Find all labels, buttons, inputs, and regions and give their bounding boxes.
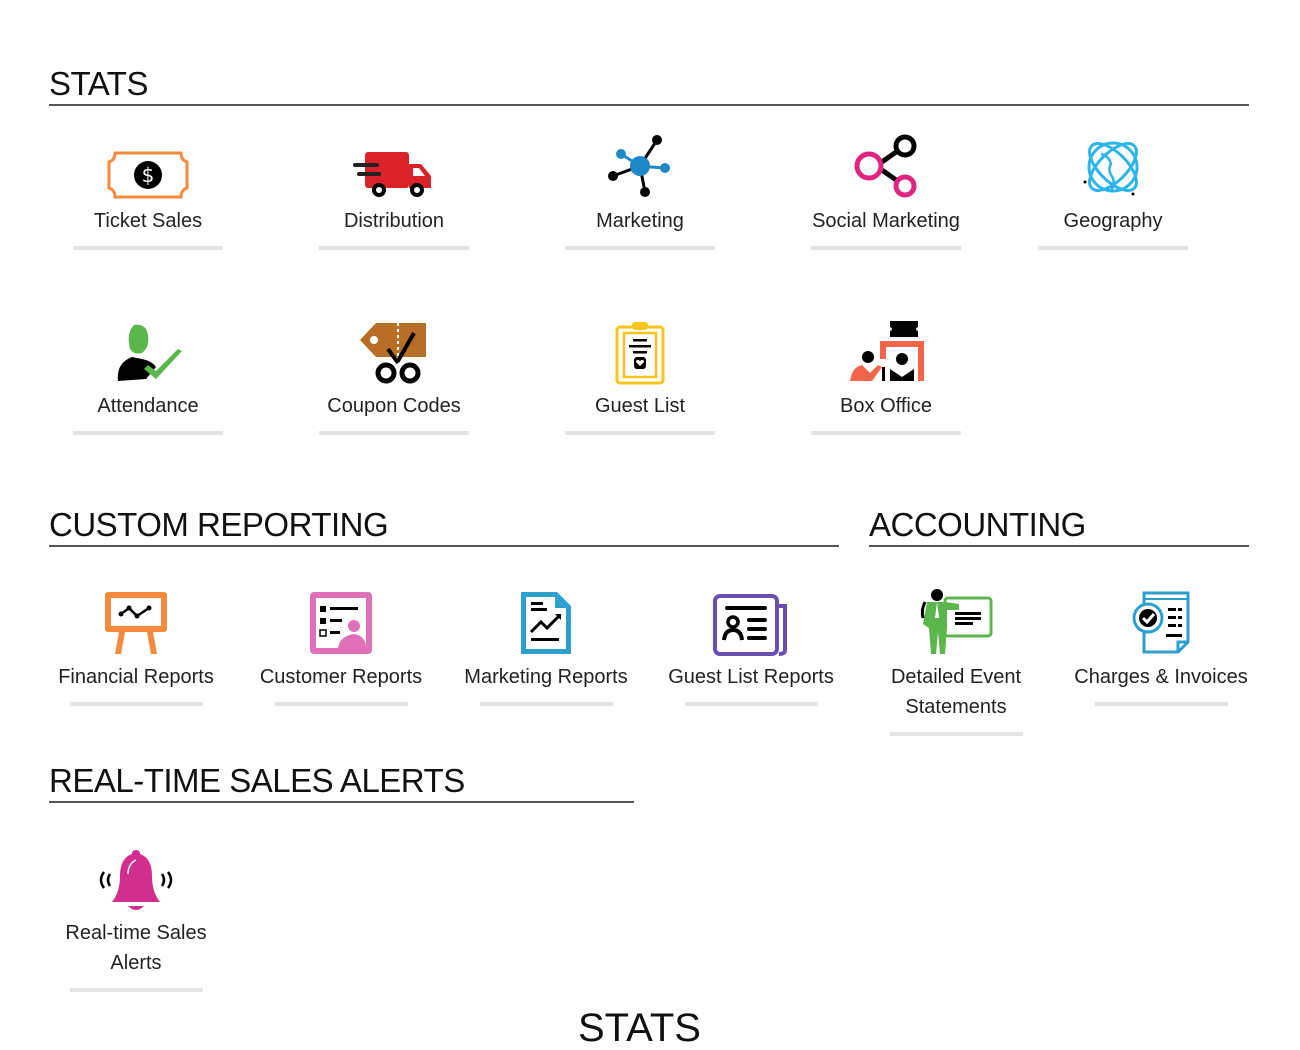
tile-underline <box>889 732 1023 736</box>
tile-label: Financial Reports <box>58 666 214 688</box>
delivery-truck-icon <box>353 130 435 200</box>
presenter-board-icon <box>919 586 993 656</box>
tile-label: Attendance <box>97 395 199 417</box>
tile-label: Detailed Event Statements <box>891 662 1021 722</box>
tile-financial-reports[interactable]: Financial Reports <box>56 586 216 706</box>
tile-label: Ticket Sales <box>93 210 203 232</box>
user-check-icon <box>112 315 184 385</box>
tile-label: Real-time Sales Alerts <box>65 918 206 978</box>
tile-label: Marketing Reports <box>464 666 628 688</box>
globe-orbit-icon <box>1079 130 1147 200</box>
tile-distribution[interactable]: Distribution <box>319 130 469 250</box>
tile-label-line: Real-time Sales <box>65 922 207 944</box>
tile-charges-invoices[interactable]: Charges & Invoices <box>1074 586 1248 706</box>
tile-underline <box>684 702 818 706</box>
tile-label: Distribution <box>343 210 445 232</box>
tile-box-office[interactable]: Box Office <box>811 315 961 435</box>
invoice-check-icon <box>1130 586 1192 656</box>
tile-marketing-reports[interactable]: Marketing Reports <box>464 586 628 706</box>
tile-ticket-sales[interactable]: $ Ticket Sales <box>73 130 223 250</box>
tile-guest-list-reports[interactable]: Guest List Reports <box>668 586 834 706</box>
tile-label: Geography <box>1063 210 1163 232</box>
coupon-scissors-icon <box>358 315 430 385</box>
ticket-dollar-icon: $ <box>107 130 189 200</box>
tile-underline <box>1038 246 1188 250</box>
tile-label: Marketing <box>596 210 684 232</box>
tile-underline <box>811 431 961 435</box>
tile-label: Customer Reports <box>259 666 423 688</box>
tile-underline <box>565 431 715 435</box>
tile-real-time-sales-alerts[interactable]: Real-time Sales Alerts <box>56 842 216 992</box>
tile-underline <box>811 246 961 250</box>
presentation-board-icon <box>103 586 169 656</box>
tile-underline <box>73 246 223 250</box>
tile-underline <box>274 702 408 706</box>
tile-label: Coupon Codes <box>327 395 461 417</box>
section-title-custom-reporting: CUSTOM REPORTING <box>49 505 839 547</box>
tile-label: Box Office <box>840 395 932 417</box>
clipboard-heart-icon <box>614 315 666 385</box>
tile-label-line: Detailed Event <box>890 666 1022 688</box>
svg-text:$: $ <box>142 163 155 187</box>
tile-underline <box>73 431 223 435</box>
tile-label: Guest List <box>594 395 686 417</box>
tile-social-marketing[interactable]: Social Marketing <box>811 130 961 250</box>
tile-label-line: Alerts <box>110 952 162 974</box>
section-title-alerts: REAL-TIME SALES ALERTS <box>49 761 634 803</box>
tile-attendance[interactable]: Attendance <box>73 315 223 435</box>
network-hub-icon <box>605 130 675 200</box>
tile-coupon-codes[interactable]: Coupon Codes <box>319 315 469 435</box>
tile-label-line: Statements <box>905 696 1007 718</box>
growth-document-icon <box>519 586 573 656</box>
newspaper-profile-icon <box>713 586 789 656</box>
tile-underline <box>69 988 203 992</box>
tile-customer-reports[interactable]: Customer Reports <box>259 586 423 706</box>
tile-underline <box>565 246 715 250</box>
tile-label: Guest List Reports <box>668 666 834 688</box>
tile-underline <box>1094 702 1228 706</box>
tile-geography[interactable]: Geography <box>1038 130 1188 250</box>
section-title-next-partial: STATS <box>578 1006 701 1050</box>
tile-label: Charges & Invoices <box>1074 666 1248 688</box>
tile-underline <box>69 702 203 706</box>
tile-underline <box>319 246 469 250</box>
tile-underline <box>319 431 469 435</box>
share-nodes-icon <box>851 130 921 200</box>
section-title-accounting: ACCOUNTING <box>869 505 1249 547</box>
ringing-bell-icon <box>98 842 174 912</box>
tile-underline <box>479 702 613 706</box>
box-office-icon <box>846 315 926 385</box>
tile-guest-list[interactable]: Guest List <box>565 315 715 435</box>
tile-marketing[interactable]: Marketing <box>565 130 715 250</box>
tile-label: Social Marketing <box>812 210 960 232</box>
customer-list-icon <box>308 586 374 656</box>
section-title-stats: STATS <box>49 64 1249 106</box>
tile-detailed-event-statements[interactable]: Detailed Event Statements <box>876 586 1036 736</box>
